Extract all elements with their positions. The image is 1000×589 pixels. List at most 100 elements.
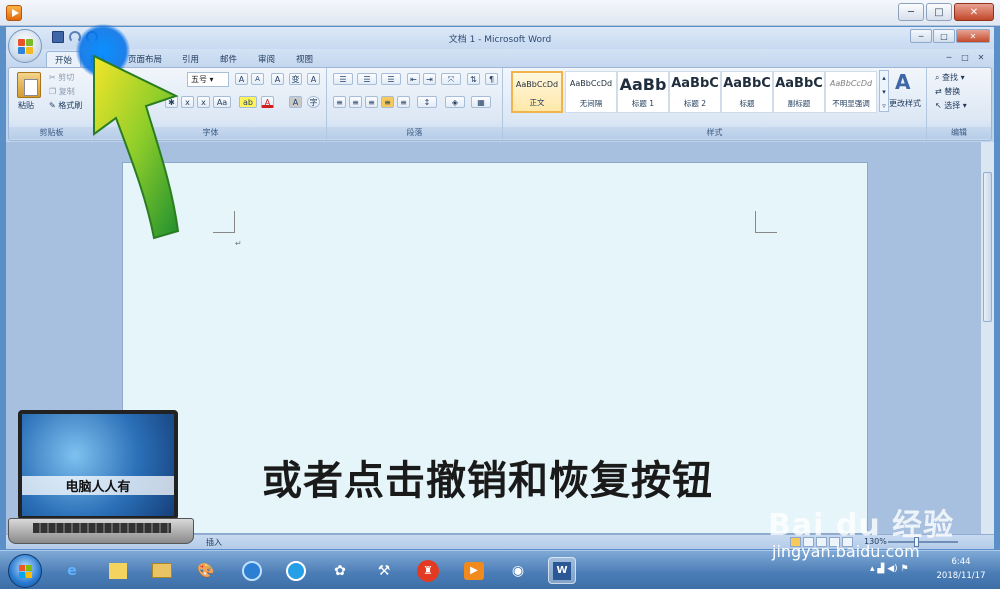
ie-browser-icon[interactable]: e bbox=[58, 557, 86, 584]
system-tray: ▴ ▟ ◀) ⚑ bbox=[870, 564, 909, 574]
bullets-icon[interactable]: ☰ bbox=[333, 73, 353, 85]
shrink-font-button[interactable]: A bbox=[251, 73, 264, 85]
browser-icon[interactable] bbox=[282, 557, 310, 584]
change-styles-button[interactable]: 更改样式 bbox=[889, 98, 921, 109]
distributed-icon[interactable]: ≡ bbox=[397, 96, 410, 108]
file-explorer-icon[interactable] bbox=[148, 557, 176, 584]
tray-arrow-icon[interactable]: ▴ bbox=[870, 564, 875, 574]
show-marks-icon[interactable]: ¶ bbox=[485, 73, 498, 85]
paint-icon[interactable]: 🎨 bbox=[192, 557, 220, 584]
office-button[interactable] bbox=[8, 29, 42, 63]
tutorial-caption: 或者点击撤销和恢复按钮 bbox=[262, 457, 713, 504]
word-window-controls: ─ □ ✕ bbox=[910, 29, 990, 43]
line-spacing-icon[interactable]: ↕ bbox=[417, 96, 437, 108]
maximize-button[interactable]: □ bbox=[933, 29, 955, 43]
player-close-button[interactable]: ✕ bbox=[954, 3, 994, 21]
select-button[interactable]: ↖ 选择 ▾ bbox=[935, 100, 967, 111]
laptop-keyboard bbox=[8, 518, 194, 544]
player-minimize-button[interactable]: ─ bbox=[898, 3, 924, 21]
tools-icon[interactable]: ⚒ bbox=[370, 557, 398, 584]
channel-logo-text: 电脑人人有 bbox=[22, 476, 174, 495]
copy-button[interactable]: ❐ 复制 bbox=[49, 86, 75, 97]
player-app-icon[interactable] bbox=[6, 5, 22, 21]
network-icon[interactable]: ▟ bbox=[877, 564, 884, 574]
clear-format-button[interactable]: A bbox=[271, 73, 284, 85]
baidu-watermark: Bai du 经验 jingyan.baidu.com bbox=[768, 500, 955, 561]
insert-mode-status[interactable]: 插入 bbox=[206, 537, 222, 548]
doc-close-button[interactable]: ✕ bbox=[974, 52, 988, 64]
video-player-icon[interactable]: ▶ bbox=[460, 557, 488, 584]
style-heading-2[interactable]: AaBbC 标题 2 bbox=[669, 71, 721, 113]
grow-font-button[interactable]: A bbox=[235, 73, 248, 85]
scrollbar-thumb[interactable] bbox=[983, 172, 992, 322]
paste-button[interactable]: 粘贴 bbox=[18, 100, 34, 111]
styles-group: AaBbCcDd 正文 AaBbCcDd 无间隔 AaBb 标题 1 AaBbC… bbox=[503, 68, 927, 140]
style-subtitle[interactable]: AaBbC 副标题 bbox=[773, 71, 825, 113]
tab-view[interactable]: 视图 bbox=[288, 51, 321, 67]
shading-icon[interactable]: ◈ bbox=[445, 96, 465, 108]
cut-button[interactable]: ✂ 剪切 bbox=[49, 72, 74, 83]
vertical-scrollbar[interactable] bbox=[980, 142, 994, 534]
close-button[interactable]: ✕ bbox=[956, 29, 990, 43]
clock-date: 2018/11/17 bbox=[936, 571, 986, 581]
char-border-button[interactable]: A bbox=[307, 73, 320, 85]
watermark-brand: Bai du 经验 bbox=[768, 508, 955, 543]
justify-icon[interactable]: ≡ bbox=[381, 96, 394, 108]
borders-icon[interactable]: ▦ bbox=[471, 96, 491, 108]
player-window-controls: ─ □ ✕ bbox=[898, 3, 994, 21]
char-shading-button[interactable]: A bbox=[289, 96, 302, 108]
styles-scroll[interactable]: ▴ ▾ ▿ bbox=[879, 70, 889, 112]
media-center-icon[interactable] bbox=[238, 557, 266, 584]
laptop-screen: 电脑人人有 bbox=[18, 410, 178, 520]
align-center-icon[interactable]: ≡ bbox=[349, 96, 362, 108]
channel-logo: 电脑人人有 bbox=[8, 408, 194, 550]
decrease-indent-icon[interactable]: ⇤ bbox=[407, 73, 420, 85]
multilevel-list-icon[interactable]: ☰ bbox=[381, 73, 401, 85]
action-center-icon[interactable]: ⚑ bbox=[901, 564, 909, 574]
style-subtle-emphasis[interactable]: AaBbCcDd 不明显强调 bbox=[825, 71, 877, 113]
enclose-char-button[interactable]: 字 bbox=[307, 96, 320, 108]
style-title[interactable]: AaBbC 标题 bbox=[721, 71, 773, 113]
editing-group: ⌕ 查找 ▾ ⇄ 替换 ↖ 选择 ▾ 编辑 bbox=[927, 68, 991, 140]
style-normal[interactable]: AaBbCcDd 正文 bbox=[511, 71, 563, 113]
paragraph-mark: ↵ bbox=[235, 239, 242, 248]
watermark-url: jingyan.baidu.com bbox=[772, 542, 920, 561]
chess-game-icon[interactable]: ♜ bbox=[414, 557, 442, 584]
photo-viewer-icon[interactable]: ◉ bbox=[504, 557, 532, 584]
highlight-button[interactable]: ab bbox=[239, 96, 257, 108]
style-heading-1[interactable]: AaBb 标题 1 bbox=[617, 71, 669, 113]
align-right-icon[interactable]: ≡ bbox=[365, 96, 378, 108]
styles-group-label: 样式 bbox=[503, 127, 926, 139]
sticky-notes-icon[interactable] bbox=[104, 557, 132, 584]
align-left-icon[interactable]: ≡ bbox=[333, 96, 346, 108]
start-button[interactable] bbox=[8, 554, 42, 588]
format-painter-button[interactable]: ✎ 格式刷 bbox=[49, 100, 82, 111]
find-button[interactable]: ⌕ 查找 ▾ bbox=[935, 72, 965, 83]
increase-indent-icon[interactable]: ⇥ bbox=[423, 73, 436, 85]
style-no-spacing[interactable]: AaBbCcDd 无间隔 bbox=[565, 71, 617, 113]
minimize-button[interactable]: ─ bbox=[910, 29, 932, 43]
player-maximize-button[interactable]: □ bbox=[926, 3, 952, 21]
paste-icon[interactable] bbox=[17, 72, 41, 98]
volume-icon[interactable]: ◀) bbox=[887, 564, 897, 574]
player-title-bar: ─ □ ✕ bbox=[0, 0, 1000, 26]
margin-corner-top-right bbox=[755, 211, 777, 233]
numbering-icon[interactable]: ☰ bbox=[357, 73, 377, 85]
paragraph-group: ☰ ☰ ☰ ⇤ ⇥ ⤧ ⇅ ¶ ≡ ≡ ≡ ≡ ≡ ↕ ◈ ▦ 段落 bbox=[327, 68, 503, 140]
taskbar-clock[interactable]: 6:44 2018/11/17 bbox=[930, 555, 992, 583]
sort-icon[interactable]: ⇅ bbox=[467, 73, 480, 85]
tab-review[interactable]: 审阅 bbox=[250, 51, 283, 67]
doc-restore-button[interactable]: □ bbox=[958, 52, 972, 64]
phonetic-guide-button[interactable]: 变 bbox=[289, 73, 302, 85]
doc-minimize-button[interactable]: ─ bbox=[942, 52, 956, 64]
font-color-button[interactable]: A bbox=[261, 96, 274, 108]
chinese-layout-icon[interactable]: ⤧ bbox=[441, 73, 461, 85]
pinwheel-app-icon[interactable]: ✿ bbox=[326, 557, 354, 584]
replace-button[interactable]: ⇄ 替换 bbox=[935, 86, 960, 97]
word-taskbar-icon[interactable]: W bbox=[548, 557, 576, 584]
document-window-controls: ─ □ ✕ bbox=[942, 52, 988, 64]
office-logo-icon bbox=[18, 39, 33, 54]
editing-group-label: 编辑 bbox=[927, 127, 991, 139]
change-styles-icon[interactable]: A bbox=[895, 70, 910, 94]
windows-logo-icon bbox=[19, 565, 33, 579]
